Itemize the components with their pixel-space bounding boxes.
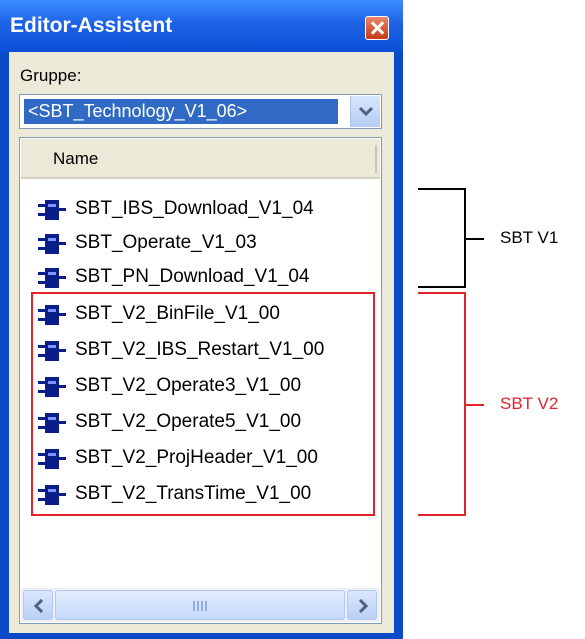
sbt-v2-highlight-box bbox=[31, 292, 375, 516]
column-header-name[interactable]: Name bbox=[21, 139, 380, 179]
function-block-icon bbox=[38, 268, 66, 288]
sbt-v1-label: SBT V1 bbox=[500, 228, 559, 247]
scroll-right-button[interactable] bbox=[347, 590, 377, 620]
column-header-label: Name bbox=[53, 149, 99, 168]
sbt-v2-label: SBT V2 bbox=[500, 394, 559, 413]
group-select[interactable]: <SBT_Technology_V1_06> bbox=[19, 94, 382, 129]
grip-icon bbox=[193, 601, 207, 611]
close-icon[interactable] bbox=[365, 16, 389, 40]
arrow-left-icon bbox=[33, 599, 44, 613]
function-block-icon bbox=[38, 200, 66, 220]
scroll-thumb[interactable] bbox=[55, 590, 345, 620]
horizontal-scrollbar[interactable] bbox=[21, 588, 380, 622]
arrow-right-icon bbox=[358, 599, 369, 613]
editor-assistant-window: Editor-Assistent Gruppe: <SBT_Technology… bbox=[0, 0, 403, 639]
window-title: Editor-Assistent bbox=[10, 14, 173, 37]
scroll-left-button[interactable] bbox=[23, 590, 53, 620]
title-bar[interactable]: Editor-Assistent bbox=[0, 0, 403, 52]
group-label: Gruppe: bbox=[20, 66, 82, 85]
list-item-label: SBT_Operate_V1_03 bbox=[75, 232, 257, 253]
column-divider[interactable] bbox=[375, 145, 377, 173]
function-block-icon bbox=[38, 234, 66, 254]
dropdown-button[interactable] bbox=[350, 96, 380, 127]
list-item-label: SBT_PN_Download_V1_04 bbox=[75, 266, 310, 287]
group-selected-value[interactable]: <SBT_Technology_V1_06> bbox=[23, 98, 339, 125]
chevron-down-icon bbox=[358, 106, 374, 117]
list-item-label: SBT_IBS_Download_V1_04 bbox=[75, 198, 314, 219]
